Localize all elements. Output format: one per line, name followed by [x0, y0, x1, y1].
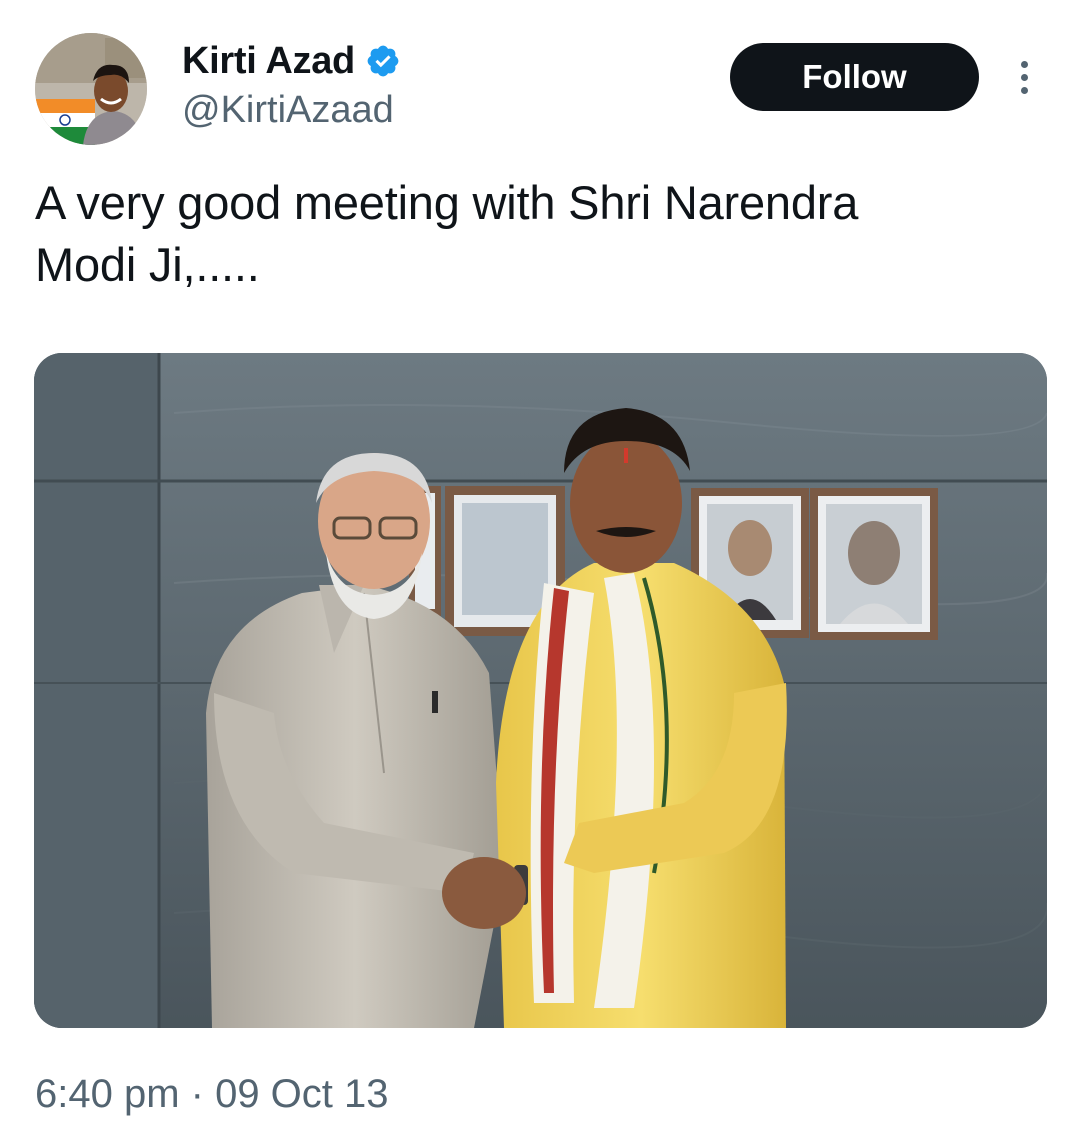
tweet-timestamp[interactable]: 6:40 pm · 09 Oct 13 — [35, 1068, 389, 1120]
more-options-icon[interactable] — [1006, 56, 1042, 98]
avatar[interactable] — [35, 33, 147, 145]
tweet-time: 6:40 pm — [35, 1072, 180, 1116]
dot-icon — [1020, 86, 1028, 94]
tweet-date: 09 Oct 13 — [215, 1072, 389, 1116]
meta-separator: · — [179, 1072, 216, 1116]
tweet-text: A very good meeting with Shri Narendra M… — [35, 176, 859, 291]
author-name-row: Kirti Azad — [182, 38, 401, 84]
author-handle[interactable]: @KirtiAzaad — [182, 86, 394, 134]
verified-badge-icon[interactable] — [365, 43, 401, 79]
dot-icon — [1020, 73, 1028, 81]
author-display-name[interactable]: Kirti Azad — [182, 38, 355, 84]
profile-photo-icon — [35, 33, 147, 145]
dot-icon — [1020, 60, 1028, 68]
tweet-photo[interactable] — [34, 353, 1047, 1028]
follow-button[interactable]: Follow — [730, 43, 979, 111]
handshake-photo-icon — [34, 353, 1047, 1028]
